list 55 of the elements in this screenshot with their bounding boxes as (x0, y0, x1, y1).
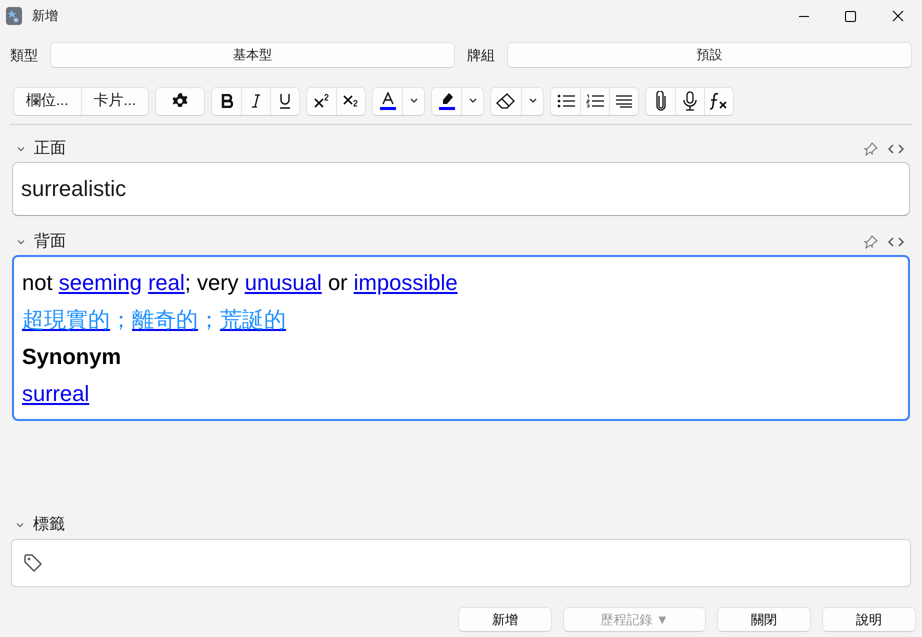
eraser-icon[interactable] (496, 93, 516, 109)
deck-button[interactable]: 預設 (507, 42, 912, 68)
gear-icon[interactable] (171, 92, 190, 110)
text: not (22, 269, 53, 297)
toolbar-button[interactable]: 欄位... (14, 88, 81, 114)
numbered-list-icon[interactable] (586, 94, 604, 108)
tag-icon (23, 553, 43, 573)
pin-icon[interactable] (864, 234, 878, 248)
text: surrealistic (21, 175, 126, 203)
maximize-icon[interactable] (845, 11, 856, 22)
text-color-icon[interactable] (380, 92, 396, 110)
dialog-button: 歷程記錄 ▼ (563, 607, 706, 632)
code-icon[interactable] (888, 236, 904, 248)
caret-icon[interactable] (528, 97, 538, 105)
superscript-icon[interactable] (314, 94, 330, 108)
link[interactable]: real (148, 264, 185, 301)
field-editor[interactable]: surrealistic (12, 162, 910, 216)
field-label: 背面 (34, 232, 66, 252)
dialog-button[interactable]: 說明 (822, 607, 916, 632)
dialog-button[interactable]: 關閉 (717, 607, 811, 632)
app-icon (6, 7, 22, 25)
close-icon[interactable] (892, 10, 904, 22)
caret-icon[interactable] (408, 97, 419, 105)
code-icon[interactable] (888, 142, 904, 154)
deck-label: 牌組 (467, 46, 495, 64)
microphone-icon[interactable] (683, 91, 698, 111)
align-icon[interactable] (615, 94, 634, 108)
text: ； (110, 306, 132, 334)
field-editor[interactable]: not seeming real; very unusual or impossible 超現實的；離奇的；荒誕的 Synonym surreal (12, 255, 910, 421)
italic-icon[interactable] (251, 94, 262, 108)
text: or (328, 269, 348, 297)
pin-icon[interactable] (864, 142, 878, 156)
caret-icon[interactable] (468, 97, 478, 105)
dialog-button[interactable]: 新增 (458, 607, 552, 632)
underline-icon[interactable] (279, 93, 292, 109)
highlighter-icon[interactable] (438, 92, 455, 110)
window-title: 新增 (32, 7, 58, 26)
toolbar-button[interactable]: 卡片... (80, 88, 148, 114)
formula-icon[interactable] (709, 92, 730, 110)
note-type-label: 類型 (10, 46, 38, 64)
bullet-list-icon[interactable] (556, 94, 575, 108)
paperclip-icon[interactable] (654, 91, 667, 111)
link[interactable]: impossible (354, 264, 458, 301)
link[interactable]: unusual (244, 264, 322, 301)
field-label: 正面 (34, 138, 66, 158)
bold-icon[interactable] (220, 94, 233, 108)
link[interactable]: surreal (22, 375, 90, 412)
tags-label: 標籤 (33, 515, 65, 535)
text: ； (198, 306, 220, 334)
link[interactable]: seeming (58, 264, 142, 301)
heading: Synonym (22, 343, 122, 371)
note-type-button[interactable]: 基本型 (50, 42, 455, 68)
tags-field[interactable] (11, 539, 911, 587)
text: ; very (184, 269, 239, 297)
subscript-icon[interactable] (343, 94, 360, 108)
